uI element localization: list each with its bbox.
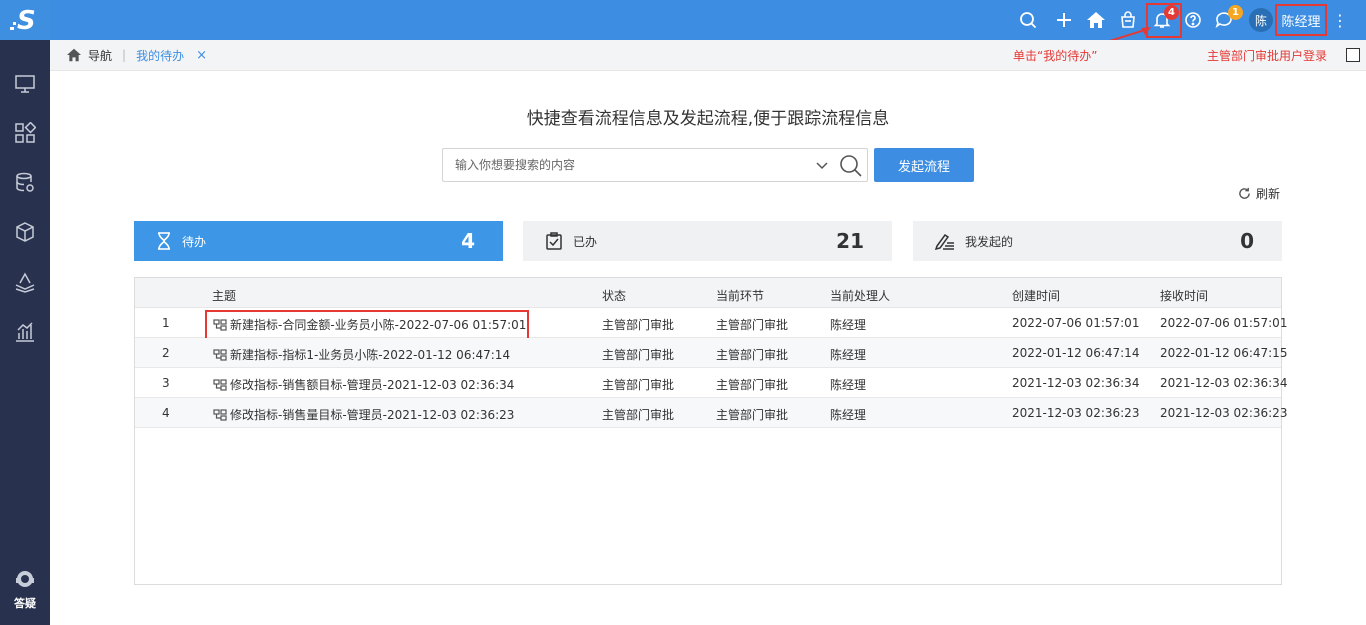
row-number: 4 [162, 406, 170, 420]
flow-icon [213, 348, 227, 361]
breadcrumb: 导航 | 我的待办 × [50, 40, 1366, 71]
row-highlight-box [205, 310, 529, 340]
avatar[interactable]: 陈 [1249, 8, 1273, 32]
header-step[interactable]: 当前环节 [716, 287, 764, 304]
table-row[interactable]: 2 新建指标-指标1-业务员小陈-2022-01-12 06:47:14 主管部… [135, 338, 1287, 368]
search-icon[interactable] [839, 154, 863, 178]
breadcrumb-home[interactable]: 导航 [66, 47, 112, 64]
search-input[interactable] [455, 157, 805, 173]
faq-button[interactable]: 答疑 [0, 568, 50, 611]
svg-text:S: S [17, 6, 36, 35]
row-number: 1 [162, 316, 170, 330]
table-row[interactable]: 3 修改指标-销售额目标-管理员-2021-12-03 02:36:34 主管部… [135, 368, 1287, 398]
card-done[interactable]: 已办 21 [523, 221, 892, 261]
flow-icon [213, 408, 227, 421]
chart-icon[interactable] [13, 320, 37, 344]
more-vertical-icon[interactable]: ⋮ [1332, 8, 1348, 32]
row-step: 主管部门审批 [716, 408, 789, 422]
row-status: 主管部门审批 [602, 348, 675, 362]
faq-label: 答疑 [14, 597, 36, 610]
header-received[interactable]: 接收时间 [1160, 287, 1208, 304]
search-icon[interactable] [1016, 8, 1040, 32]
card-initiated[interactable]: 我发起的 0 [913, 221, 1282, 261]
table-header: 主题 状态 当前环节 当前处理人 创建时间 接收时间 [135, 278, 1281, 308]
row-subject[interactable]: 修改指标-销售额目标-管理员-2021-12-03 02:36:34 [213, 376, 514, 393]
annotation-login-hint: 主管部门审批用户登录 [1207, 49, 1328, 63]
row-status: 主管部门审批 [602, 408, 675, 422]
card-initiated-label: 我发起的 [965, 234, 1014, 249]
card-todo[interactable]: 待办 4 [134, 221, 503, 261]
row-handler: 陈经理 [830, 408, 867, 422]
page-title: 快捷查看流程信息及发起流程,便于跟踪流程信息 [526, 109, 890, 129]
start-process-button[interactable]: 发起流程 [874, 148, 974, 182]
header-status[interactable]: 状态 [602, 287, 626, 304]
chevron-down-icon[interactable] [815, 158, 829, 172]
header-created[interactable]: 创建时间 [1012, 287, 1060, 304]
card-done-count: 21 [836, 229, 864, 253]
row-handler: 陈经理 [830, 378, 867, 392]
top-bar: 4 1 陈 陈经理 ⋮ [50, 0, 1366, 40]
row-step: 主管部门审批 [716, 318, 789, 332]
tab-close-icon[interactable]: × [196, 48, 207, 63]
annotation-click-hint: 单击“我的待办” [1013, 49, 1098, 63]
row-status: 主管部门审批 [602, 318, 675, 332]
help-icon[interactable] [1181, 8, 1205, 32]
card-todo-label: 待办 [182, 234, 207, 249]
row-created: 2022-01-12 06:47:14 [1012, 346, 1140, 360]
app-logo[interactable]: S [0, 0, 50, 40]
plus-icon[interactable] [1052, 8, 1076, 32]
username-button[interactable]: 陈经理 [1275, 4, 1327, 36]
row-received: 2021-12-03 02:36:34 [1160, 376, 1288, 390]
card-initiated-count: 0 [1240, 229, 1254, 253]
row-received: 2022-01-12 06:47:15 [1160, 346, 1288, 360]
refresh-icon [1239, 187, 1250, 199]
sidebar: S 答疑 [0, 0, 50, 625]
row-created: 2021-12-03 02:36:34 [1012, 376, 1140, 390]
search-box [442, 148, 868, 182]
tab-my-todo[interactable]: 我的待办 [136, 47, 184, 64]
home-icon [67, 48, 81, 62]
row-number: 2 [162, 346, 170, 360]
header-subject[interactable]: 主题 [212, 287, 236, 304]
row-created: 2021-12-03 02:36:23 [1012, 406, 1140, 420]
row-handler: 陈经理 [830, 318, 867, 332]
row-status: 主管部门审批 [602, 378, 675, 392]
message-badge: 1 [1228, 5, 1243, 20]
row-step: 主管部门审批 [716, 348, 789, 362]
row-step: 主管部门审批 [716, 378, 789, 392]
row-subject[interactable]: 修改指标-销售量目标-管理员-2021-12-03 02:36:23 [213, 406, 514, 423]
row-received: 2021-12-03 02:36:23 [1160, 406, 1288, 420]
card-todo-count: 4 [461, 229, 475, 253]
card-done-label: 已办 [573, 234, 598, 249]
box-icon[interactable] [13, 220, 37, 244]
row-received: 2022-07-06 01:57:01 [1160, 316, 1288, 330]
notification-badge: 4 [1164, 5, 1179, 20]
layers-icon[interactable] [13, 270, 37, 294]
refresh-button[interactable]: 刷新 [1238, 185, 1280, 202]
row-subject-text: 新建指标-指标1-业务员小陈-2022-01-12 06:47:14 [230, 348, 511, 362]
hourglass-icon [158, 232, 170, 250]
row-number: 3 [162, 376, 170, 390]
breadcrumb-separator: | [122, 48, 127, 62]
row-subject[interactable]: 新建指标-指标1-业务员小陈-2022-01-12 06:47:14 [213, 346, 510, 363]
refresh-label: 刷新 [1256, 187, 1281, 201]
database-icon[interactable] [13, 171, 37, 195]
chat-icon[interactable]: 1 [1212, 5, 1243, 32]
annotation-checkbox[interactable] [1346, 48, 1360, 62]
header-handler[interactable]: 当前处理人 [830, 287, 890, 304]
row-subject-text: 修改指标-销售额目标-管理员-2021-12-03 02:36:34 [230, 378, 515, 392]
row-subject-text: 修改指标-销售量目标-管理员-2021-12-03 02:36:23 [230, 408, 515, 422]
table-row[interactable]: 1 新建指标-合同金额-业务员小陈-2022-07-06 01:57:01 主管… [135, 308, 1287, 340]
clipboard-check-icon [546, 232, 562, 250]
table-row[interactable]: 4 修改指标-销售量目标-管理员-2021-12-03 02:36:23 主管部… [135, 398, 1287, 428]
todo-table: 主题 状态 当前环节 当前处理人 创建时间 接收时间 1 新建指标-合同金额-业… [134, 277, 1287, 585]
headset-icon [16, 571, 34, 587]
flow-icon [213, 378, 227, 391]
breadcrumb-home-label: 导航 [88, 48, 113, 63]
row-handler: 陈经理 [830, 348, 867, 362]
pen-list-icon [935, 233, 954, 250]
monitor-icon[interactable] [13, 72, 37, 96]
row-created: 2022-07-06 01:57:01 [1012, 316, 1140, 330]
